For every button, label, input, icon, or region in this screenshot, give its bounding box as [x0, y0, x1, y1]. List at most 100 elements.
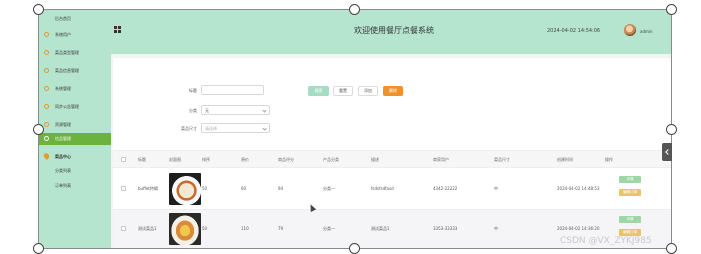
- app-title: 欢迎使用餐厅点餐系统: [354, 26, 434, 35]
- edit-order-button[interactable]: 编辑订单: [619, 229, 641, 236]
- search-button[interactable]: 搜索: [308, 86, 329, 96]
- cell-created: 2024-04-02 14:48:53: [557, 186, 600, 191]
- column-header-title[interactable]: 标题: [138, 157, 146, 163]
- location-icon: [42, 152, 51, 160]
- sidebar-section-dish-center[interactable]: 菜品中心: [39, 151, 111, 163]
- category-select[interactable]: 无: [201, 105, 270, 115]
- cell-description: 测试菜品1: [371, 226, 390, 231]
- sidebar-item-label: 同步公告管理: [55, 104, 79, 109]
- cell-price: 60: [241, 186, 247, 191]
- column-header-actions: 操作: [605, 157, 613, 162]
- size-filter-label: 菜品尺寸: [181, 126, 197, 131]
- sidebar-item-drinks[interactable]: 饮品管理: [39, 133, 111, 145]
- title-filter-input[interactable]: [201, 85, 264, 95]
- table-row[interactable]: buffet特辑 50 60 94 分类一 fsdsfsdfasd 4342-2…: [113, 168, 671, 210]
- sidebar-item-system[interactable]: 系统管理: [39, 83, 111, 95]
- sidebar-item-notices[interactable]: 同步公告管理: [39, 101, 111, 113]
- circle-icon: [44, 32, 49, 37]
- circle-icon: [44, 136, 49, 141]
- row-checkbox[interactable]: [121, 226, 126, 231]
- column-header-rating[interactable]: 商品评分: [278, 157, 294, 163]
- category-filter-label: 分类: [189, 108, 197, 113]
- sidebar-subitem-categories[interactable]: 分类列表: [55, 168, 71, 174]
- chevron-down-icon: [262, 108, 267, 113]
- resize-handle-top-right[interactable]: [666, 4, 677, 15]
- sidebar-item-label: 系统用户: [55, 32, 71, 37]
- table-header: 标题 封面图 排序 原价 商品评分 产品分类 描述 商家用户 菜品尺寸 创建时间…: [113, 150, 671, 168]
- cell-merchant: 3353-33333: [433, 226, 458, 231]
- cell-sort: 50: [202, 226, 208, 231]
- column-header-description[interactable]: 描述: [371, 157, 379, 163]
- column-header-cover: 封面图: [169, 157, 181, 162]
- row-checkbox[interactable]: [121, 186, 126, 191]
- detail-button[interactable]: 详情: [619, 216, 641, 223]
- sidebar-item-label: 资源管理: [55, 122, 71, 127]
- cell-merchant: 4342-22222: [433, 186, 458, 191]
- cell-sort: 50: [202, 186, 208, 191]
- app-window: 欢迎使用餐厅点餐系统 2024-04-02 14:54:06 admin 后台首…: [38, 9, 672, 249]
- column-header-merchant[interactable]: 商家用户: [433, 157, 449, 163]
- cell-title: 测试菜品1: [138, 226, 157, 231]
- food-plate-icon: [169, 213, 201, 245]
- current-time: 2024-04-02 14:54:06: [547, 28, 601, 34]
- circle-icon: [44, 68, 49, 73]
- circle-icon: [44, 104, 49, 109]
- column-header-created[interactable]: 创建时间: [557, 157, 573, 163]
- top-header: 欢迎使用餐厅点餐系统 2024-04-02 14:54:06 admin: [39, 10, 671, 54]
- cell-created: 2024-04-02 14:36:20: [557, 226, 600, 231]
- column-header-size[interactable]: 菜品尺寸: [494, 157, 510, 163]
- collapse-tab[interactable]: [662, 143, 672, 161]
- chevron-down-icon: [262, 126, 267, 131]
- resize-handle-bottom[interactable]: [349, 243, 360, 254]
- select-all-checkbox[interactable]: [121, 157, 126, 162]
- cell-title: buffet特辑: [138, 186, 158, 191]
- screenshot-stage: 欢迎使用餐厅点餐系统 2024-04-02 14:54:06 admin 后台首…: [0, 0, 701, 254]
- user-avatar[interactable]: [624, 24, 636, 36]
- cell-category: 分类一: [323, 186, 335, 191]
- sidebar-item-label: 系统管理: [55, 86, 71, 91]
- main-panel: 标题 分类 无 菜品尺寸 请选择 搜索 重置 添加 删除 标题 封面图 排序 原…: [113, 58, 671, 248]
- cell-price: 110: [241, 226, 249, 231]
- food-plate-icon: [169, 173, 201, 205]
- cell-rating: 79: [278, 226, 284, 231]
- sidebar-item-home[interactable]: 后台首页: [39, 13, 111, 25]
- sidebar-item-resources[interactable]: 资源管理: [39, 119, 111, 131]
- resize-handle-top[interactable]: [349, 4, 360, 15]
- column-header-sort[interactable]: 排序: [202, 157, 210, 163]
- cell-rating: 94: [278, 186, 284, 191]
- resize-handle-top-left[interactable]: [33, 4, 44, 15]
- delete-button[interactable]: 删除: [383, 86, 403, 96]
- sidebar-item-label: 饮品管理: [55, 136, 71, 141]
- detail-button[interactable]: 详情: [619, 176, 641, 183]
- sidebar-subitem-orders[interactable]: 订单列表: [55, 183, 71, 189]
- sidebar-item-label: 菜品类型管理: [55, 50, 79, 55]
- sidebar-item-label: 后台首页: [55, 16, 71, 21]
- sidebar-item-dish-types[interactable]: 菜品类型管理: [39, 47, 111, 59]
- circle-icon: [44, 86, 49, 91]
- username[interactable]: admin: [640, 29, 653, 34]
- sidebar: 后台首页 系统用户 菜品类型管理 菜品信息管理 系统管理 同步公告管理 资源管理…: [39, 10, 111, 248]
- sidebar-section-label: 菜品中心: [55, 154, 71, 159]
- cell-category: 分类一: [323, 226, 335, 231]
- resize-handle-bottom-left[interactable]: [33, 243, 44, 254]
- size-select[interactable]: 请选择: [201, 123, 270, 133]
- resize-handle-bottom-right[interactable]: [666, 243, 677, 254]
- resize-handle-left[interactable]: [33, 124, 44, 135]
- sidebar-item-users[interactable]: 系统用户: [39, 29, 111, 41]
- column-header-category[interactable]: 产品分类: [323, 157, 339, 163]
- category-select-value: 无: [205, 108, 209, 113]
- circle-icon: [44, 122, 49, 127]
- reset-button[interactable]: 重置: [333, 86, 353, 96]
- watermark: CSDN @VX_ZYKJ985: [560, 236, 652, 246]
- size-select-placeholder: 请选择: [205, 126, 217, 131]
- resize-handle-right[interactable]: [666, 124, 677, 135]
- sidebar-item-dish-info[interactable]: 菜品信息管理: [39, 65, 111, 77]
- column-header-price[interactable]: 原价: [241, 157, 249, 163]
- cell-size: 中: [494, 226, 498, 231]
- add-button[interactable]: 添加: [358, 86, 378, 96]
- edit-order-button[interactable]: 编辑订单: [619, 189, 641, 196]
- circle-icon: [44, 50, 49, 55]
- sidebar-item-label: 菜品信息管理: [55, 68, 79, 73]
- cell-size: 中: [494, 186, 498, 191]
- menu-grid-icon[interactable]: [114, 26, 121, 33]
